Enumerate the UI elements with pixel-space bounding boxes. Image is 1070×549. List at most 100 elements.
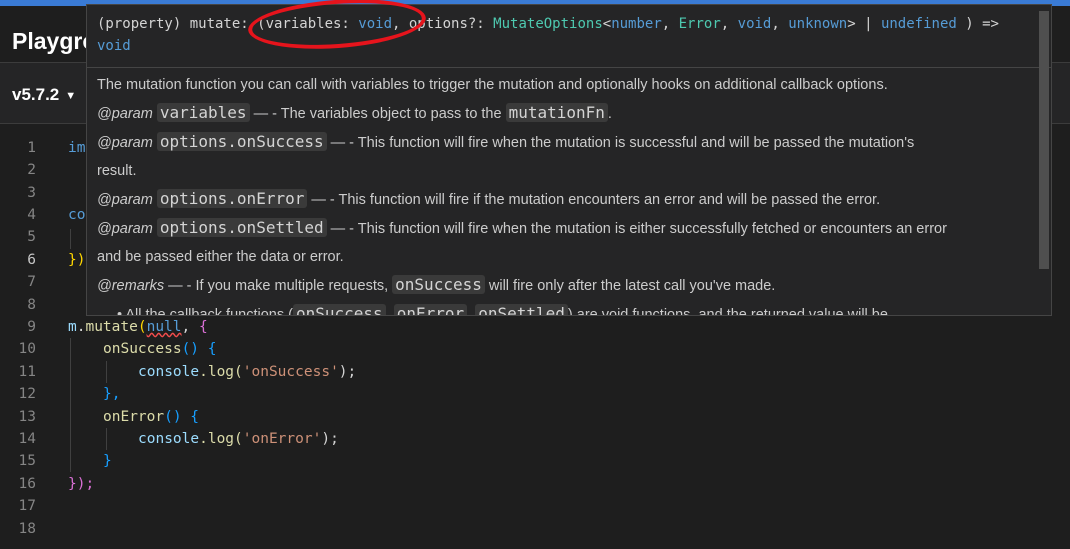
line-number: 12: [18, 386, 36, 402]
line-number: 11: [18, 364, 36, 380]
inline-code: mutationFn: [505, 103, 608, 122]
code-text: m.mutate(null, {: [68, 316, 208, 338]
code-line: 18: [0, 518, 1070, 540]
line-number: 5: [27, 229, 36, 245]
error-squiggle[interactable]: null: [147, 319, 182, 335]
code-token: () {: [164, 409, 200, 425]
line-number: 13: [18, 409, 36, 425]
code-token: {: [198, 319, 208, 335]
code-line: 13 onError() {: [0, 406, 1070, 428]
doc-bullet: • All the callback functions (onSuccess,…: [117, 300, 1037, 316]
doc-continuation: result.: [97, 163, 137, 179]
code-text: im: [68, 140, 86, 156]
code-line: 12 },: [0, 383, 1070, 405]
doc-param: @param variables — - The variables objec…: [97, 99, 1037, 128]
code-token: mutate: [85, 319, 138, 335]
code-line: 15 }: [0, 450, 1070, 472]
doc-intro: The mutation function you can call with …: [97, 77, 888, 93]
doc-text: — - This function will fire if the mutat…: [307, 192, 881, 208]
code-token: console: [138, 431, 200, 447]
line-number: 1: [27, 140, 36, 156]
indent-guide: [106, 428, 107, 450]
version-label: v5.7.2: [12, 85, 60, 104]
code-text: });: [68, 476, 95, 492]
code-token: 'onError': [242, 431, 322, 447]
doc-text: — - This function will fire when the mut…: [326, 135, 915, 151]
sig-token: undefined: [880, 16, 957, 32]
code-text: },: [103, 386, 121, 402]
sig-token: number: [611, 16, 662, 32]
doc-text: will fire only after the latest call you…: [484, 278, 776, 294]
code-token: .log(: [199, 431, 243, 447]
doc-text: — - If you make multiple requests,: [164, 278, 393, 294]
doc-text: ,: [467, 307, 476, 316]
doc-text: All the callback functions (: [125, 307, 293, 316]
line-number: 8: [27, 297, 36, 313]
hover-signature: (property) mutate: (variables: void, opt…: [97, 13, 1037, 57]
sig-token: ) =>: [965, 16, 999, 32]
line-number: 17: [18, 498, 36, 514]
sig-token: MutateOptions: [493, 16, 603, 32]
sig-token: ,: [771, 16, 789, 32]
code-token: ,: [181, 319, 199, 335]
line-number: 14: [18, 431, 36, 447]
line-number: 4: [27, 207, 36, 223]
code-token: console: [138, 364, 200, 380]
doc-text: ,: [385, 307, 394, 316]
sig-token: > |: [847, 16, 881, 32]
doc-remarks: @remarks — - If you make multiple reques…: [97, 271, 1037, 300]
code-line: 9 m.mutate(null, {: [0, 316, 1070, 338]
code-text: onSuccess() {: [103, 338, 217, 360]
line-number: 9: [27, 319, 36, 335]
param-tag: @param: [97, 221, 153, 237]
param-tag: @param: [97, 135, 153, 151]
doc-text: ) are void functions, and the returned v…: [567, 307, 888, 316]
code-line: 11 console.log('onSuccess');: [0, 361, 1070, 383]
code-token: .log(: [199, 364, 243, 380]
line-number: 2: [27, 162, 36, 178]
code-token: onSuccess: [103, 341, 182, 357]
inline-code: variables: [156, 103, 250, 122]
hover-tooltip[interactable]: (property) mutate: (variables: void, opt…: [86, 4, 1052, 316]
code-text: onError() {: [103, 406, 199, 428]
doc-continuation: and be passed either the data or error.: [97, 249, 344, 265]
doc-param: @param options.onSettled — - This functi…: [97, 214, 1037, 243]
sig-token: <: [602, 16, 612, 32]
inline-code: onSettled: [475, 304, 568, 315]
code-token: () {: [181, 341, 217, 357]
sig-token: void: [737, 16, 772, 32]
code-token: 'onSuccess': [242, 364, 339, 380]
line-number: 15: [18, 453, 36, 469]
code-token: );: [321, 431, 339, 447]
sig-token: Error: [678, 16, 721, 32]
line-number: 10: [18, 341, 36, 357]
line-number: 16: [18, 476, 36, 492]
inline-code: options.onSuccess: [156, 132, 327, 151]
app-title: Playgro: [12, 28, 97, 54]
line-number: 3: [27, 185, 36, 201]
sig-token: ,: [661, 16, 679, 32]
code-text: }: [103, 453, 112, 469]
code-line: 16 });: [0, 473, 1070, 495]
code-token: (: [137, 319, 147, 335]
doc-text: — - The variables object to pass to the: [249, 106, 506, 122]
hover-scrollbar[interactable]: [1039, 11, 1049, 269]
code-text: console.log('onSuccess');: [138, 361, 356, 383]
inline-code: onSuccess: [392, 275, 485, 294]
code-token: onError: [103, 409, 165, 425]
code-token: );: [338, 364, 357, 380]
line-number: 18: [18, 521, 36, 537]
sig-token: void: [97, 38, 131, 54]
param-tag: @param: [97, 106, 153, 122]
line-number: 7: [27, 274, 36, 290]
code-line: 10 onSuccess() {: [0, 338, 1070, 360]
hover-divider: [87, 67, 1051, 68]
remarks-tag: @remarks: [97, 278, 165, 294]
version-select[interactable]: v5.7.2 ▼: [12, 85, 76, 105]
inline-code: options.onError: [156, 189, 308, 208]
code-text: console.log('onError');: [138, 428, 339, 450]
doc-text: .: [607, 106, 612, 122]
doc-param: @param options.onSuccess — - This functi…: [97, 128, 1037, 157]
inline-code: onError: [393, 304, 468, 315]
sig-token: unknown: [788, 16, 848, 32]
